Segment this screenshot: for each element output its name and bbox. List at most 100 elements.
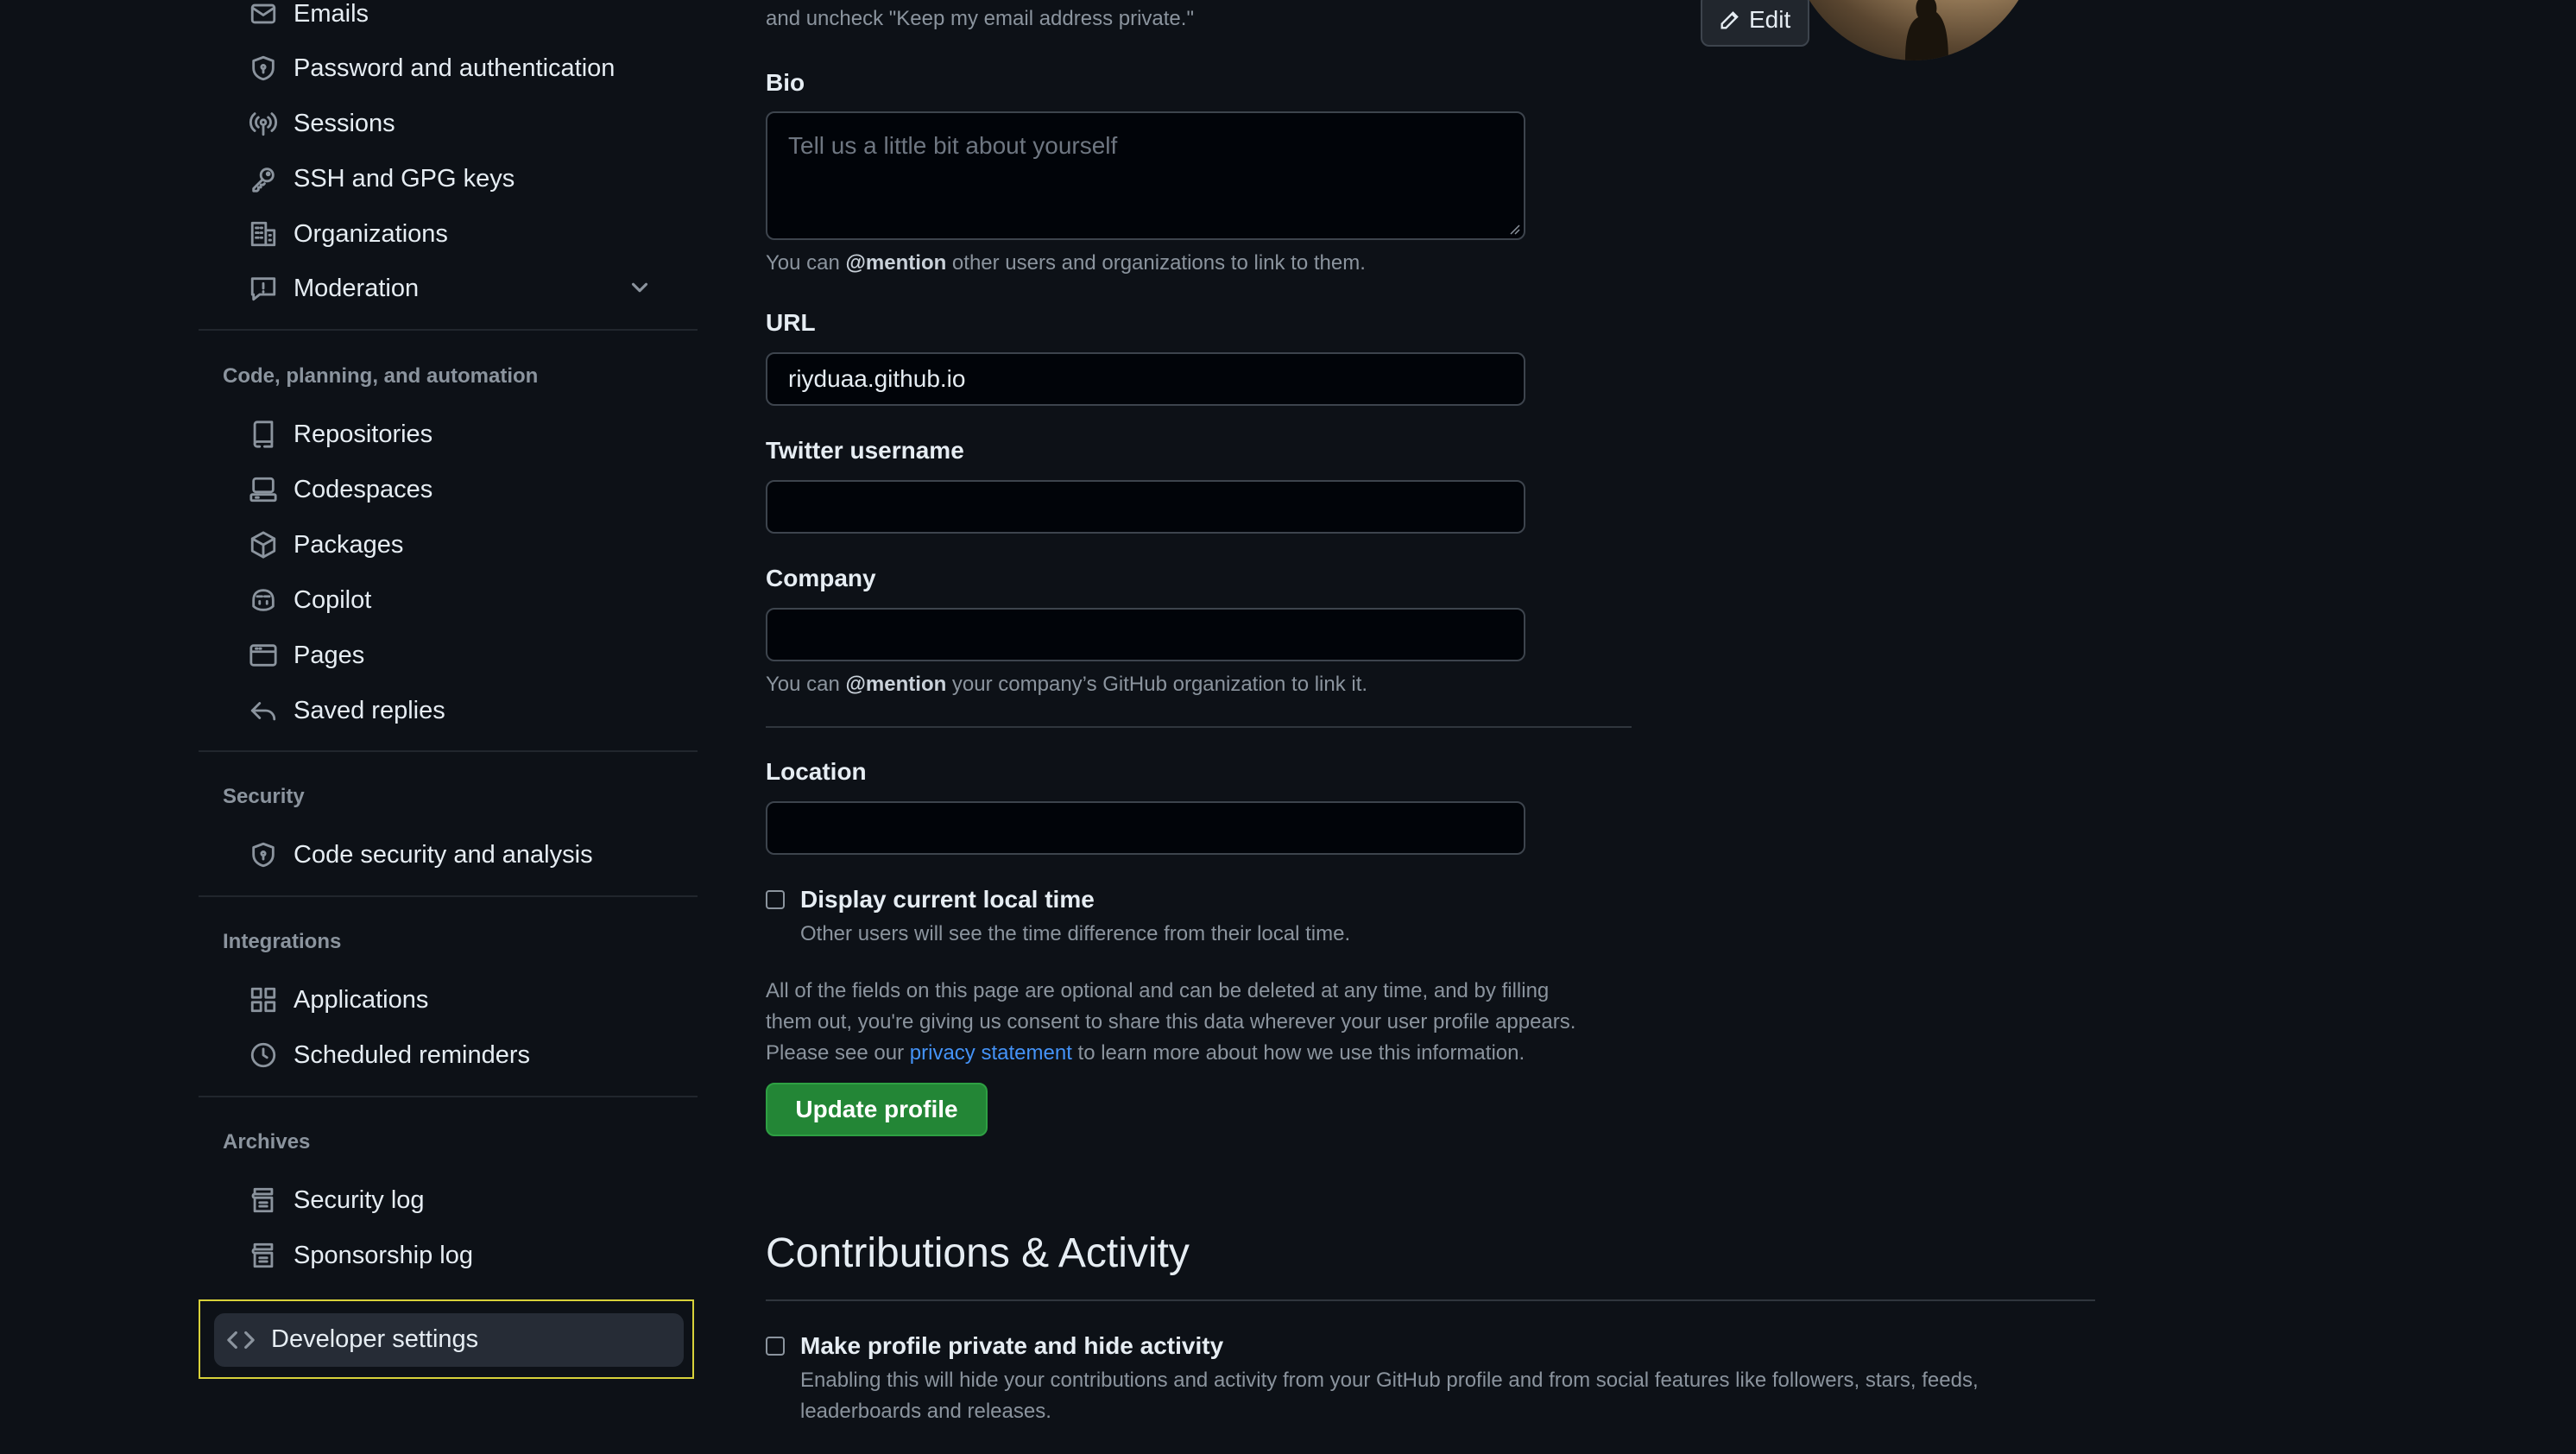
- sidebar-item-label: Pages: [294, 641, 365, 669]
- company-help-prefix: You can: [766, 673, 846, 696]
- email-help-text: and uncheck "Keep my email address priva…: [766, 7, 1194, 30]
- sidebar-divider: [199, 1096, 698, 1097]
- copilot-icon: [249, 585, 278, 615]
- organization-icon: [249, 219, 278, 249]
- apps-icon: [249, 985, 278, 1015]
- company-label: Company: [766, 565, 876, 591]
- reply-icon: [249, 696, 278, 725]
- privacy-statement-link[interactable]: privacy statement: [910, 1041, 1072, 1065]
- bio-textarea[interactable]: Tell us a little bit about yourself: [766, 111, 1525, 240]
- avatar-silhouette-icon: [1905, 0, 1948, 60]
- sidebar-item-codespaces[interactable]: Codespaces: [223, 465, 672, 514]
- mail-icon: [249, 0, 278, 28]
- chevron-down-icon[interactable]: [627, 275, 654, 302]
- sidebar-item-label: Developer settings: [271, 1325, 479, 1353]
- sidebar-item-packages[interactable]: Packages: [223, 521, 672, 569]
- consent-line-3: Please see our privacy statement to lear…: [766, 1041, 1525, 1065]
- resize-handle-icon[interactable]: [1508, 223, 1520, 235]
- contributions-heading: Contributions & Activity: [766, 1230, 1190, 1276]
- twitter-label: Twitter username: [766, 437, 964, 464]
- sidebar-item-label: Codespaces: [294, 475, 433, 503]
- shield-lock-icon: [249, 840, 278, 869]
- private-profile-help-2: leaderboards and releases.: [800, 1400, 1051, 1423]
- local-time-checkbox[interactable]: [766, 890, 785, 909]
- edit-avatar-button[interactable]: Edit: [1701, 0, 1809, 47]
- shield-lock-icon: [249, 54, 278, 83]
- sidebar-item-label: Password and authentication: [294, 54, 616, 82]
- sidebar-item-organizations[interactable]: Organizations: [223, 210, 672, 258]
- update-profile-button[interactable]: Update profile: [766, 1083, 988, 1136]
- company-help-suffix: your company’s GitHub organization to li…: [946, 673, 1368, 696]
- sidebar-item-saved-replies[interactable]: Saved replies: [223, 686, 672, 735]
- avatar: [1784, 0, 2043, 60]
- sidebar-item-label: SSH and GPG keys: [294, 164, 515, 193]
- location-input[interactable]: [766, 801, 1525, 855]
- sidebar-item-applications[interactable]: Applications: [223, 976, 672, 1024]
- sidebar-divider: [199, 750, 698, 752]
- log-icon: [249, 1241, 278, 1270]
- sidebar-item-label: Scheduled reminders: [294, 1040, 531, 1069]
- sidebar-item-label: Moderation: [294, 274, 420, 302]
- sidebar-item-label: Code security and analysis: [294, 840, 593, 869]
- local-time-help: Other users will see the time difference…: [800, 922, 1351, 945]
- private-profile-label[interactable]: Make profile private and hide activity: [800, 1332, 1223, 1360]
- twitter-username-input[interactable]: [766, 480, 1525, 534]
- sidebar-item-moderation[interactable]: Moderation: [223, 264, 672, 313]
- sidebar-item-pages[interactable]: Pages: [223, 631, 672, 680]
- repo-icon: [249, 420, 278, 449]
- sidebar-item-security-log[interactable]: Security log: [223, 1176, 672, 1224]
- consent-line-2: them out, you're giving us consent to sh…: [766, 1010, 1576, 1034]
- developer-settings-highlight: Developer settings: [199, 1299, 694, 1379]
- clock-icon: [249, 1040, 278, 1070]
- sidebar-item-label: Sessions: [294, 109, 395, 137]
- sidebar-item-emails[interactable]: Emails: [223, 0, 672, 38]
- sidebar-divider: [199, 895, 698, 897]
- company-help-mention: @mention: [845, 673, 947, 696]
- browser-icon: [249, 641, 278, 670]
- consent-line-3-prefix: Please see our: [766, 1041, 910, 1065]
- report-icon: [249, 274, 278, 303]
- sidebar-item-label: Organizations: [294, 219, 448, 248]
- bio-help-mention: @mention: [845, 251, 947, 275]
- code-icon: [226, 1325, 256, 1355]
- sidebar-item-label: Packages: [294, 530, 404, 559]
- sidebar-item-developer-settings[interactable]: Developer settings: [214, 1313, 684, 1367]
- sidebar-item-scheduled-reminders[interactable]: Scheduled reminders: [223, 1031, 672, 1079]
- private-profile-checkbox[interactable]: [766, 1337, 785, 1356]
- edit-button-label: Edit: [1749, 6, 1791, 33]
- consent-line-3-suffix: to learn more about how we use this info…: [1071, 1041, 1525, 1065]
- company-help-text: You can @mention your company’s GitHub o…: [766, 673, 1367, 697]
- key-icon: [249, 164, 278, 193]
- sidebar-section-heading: Archives: [223, 1130, 311, 1154]
- package-icon: [249, 530, 278, 559]
- sidebar-item-code-security[interactable]: Code security and analysis: [223, 831, 672, 879]
- pencil-icon: [1720, 11, 1739, 29]
- sidebar-item-repositories[interactable]: Repositories: [223, 410, 672, 458]
- bio-help-suffix: other users and organizations to link to…: [946, 251, 1366, 275]
- sidebar-item-sessions[interactable]: Sessions: [223, 99, 672, 148]
- company-input[interactable]: [766, 608, 1525, 661]
- sidebar-section-heading: Code, planning, and automation: [223, 364, 539, 388]
- sidebar-item-sponsorship-log[interactable]: Sponsorship log: [223, 1231, 672, 1280]
- sidebar-item-label: Applications: [294, 985, 429, 1014]
- bio-placeholder: Tell us a little bit about yourself: [788, 132, 1118, 159]
- bio-help-text: You can @mention other users and organiz…: [766, 251, 1366, 275]
- sidebar-item-copilot[interactable]: Copilot: [223, 576, 672, 624]
- sidebar-item-label: Sponsorship log: [294, 1241, 473, 1269]
- sidebar-item-label: Saved replies: [294, 696, 445, 724]
- log-icon: [249, 1185, 278, 1215]
- location-label: Location: [766, 758, 867, 785]
- sidebar-section-heading: Security: [223, 785, 305, 808]
- local-time-label[interactable]: Display current local time: [800, 886, 1095, 913]
- section-divider: [766, 726, 1632, 728]
- sidebar-item-password-authentication[interactable]: Password and authentication: [223, 44, 672, 92]
- sidebar-item-ssh-gpg-keys[interactable]: SSH and GPG keys: [223, 155, 672, 203]
- sidebar-divider: [199, 329, 698, 331]
- broadcast-icon: [249, 109, 278, 138]
- bio-help-prefix: You can: [766, 251, 846, 275]
- sidebar-item-label: Security log: [294, 1185, 425, 1214]
- bio-label: Bio: [766, 69, 805, 96]
- sidebar-section-heading: Integrations: [223, 930, 342, 953]
- url-input[interactable]: riyduaa.github.io: [766, 352, 1525, 406]
- private-profile-help-1: Enabling this will hide your contributio…: [800, 1369, 1979, 1392]
